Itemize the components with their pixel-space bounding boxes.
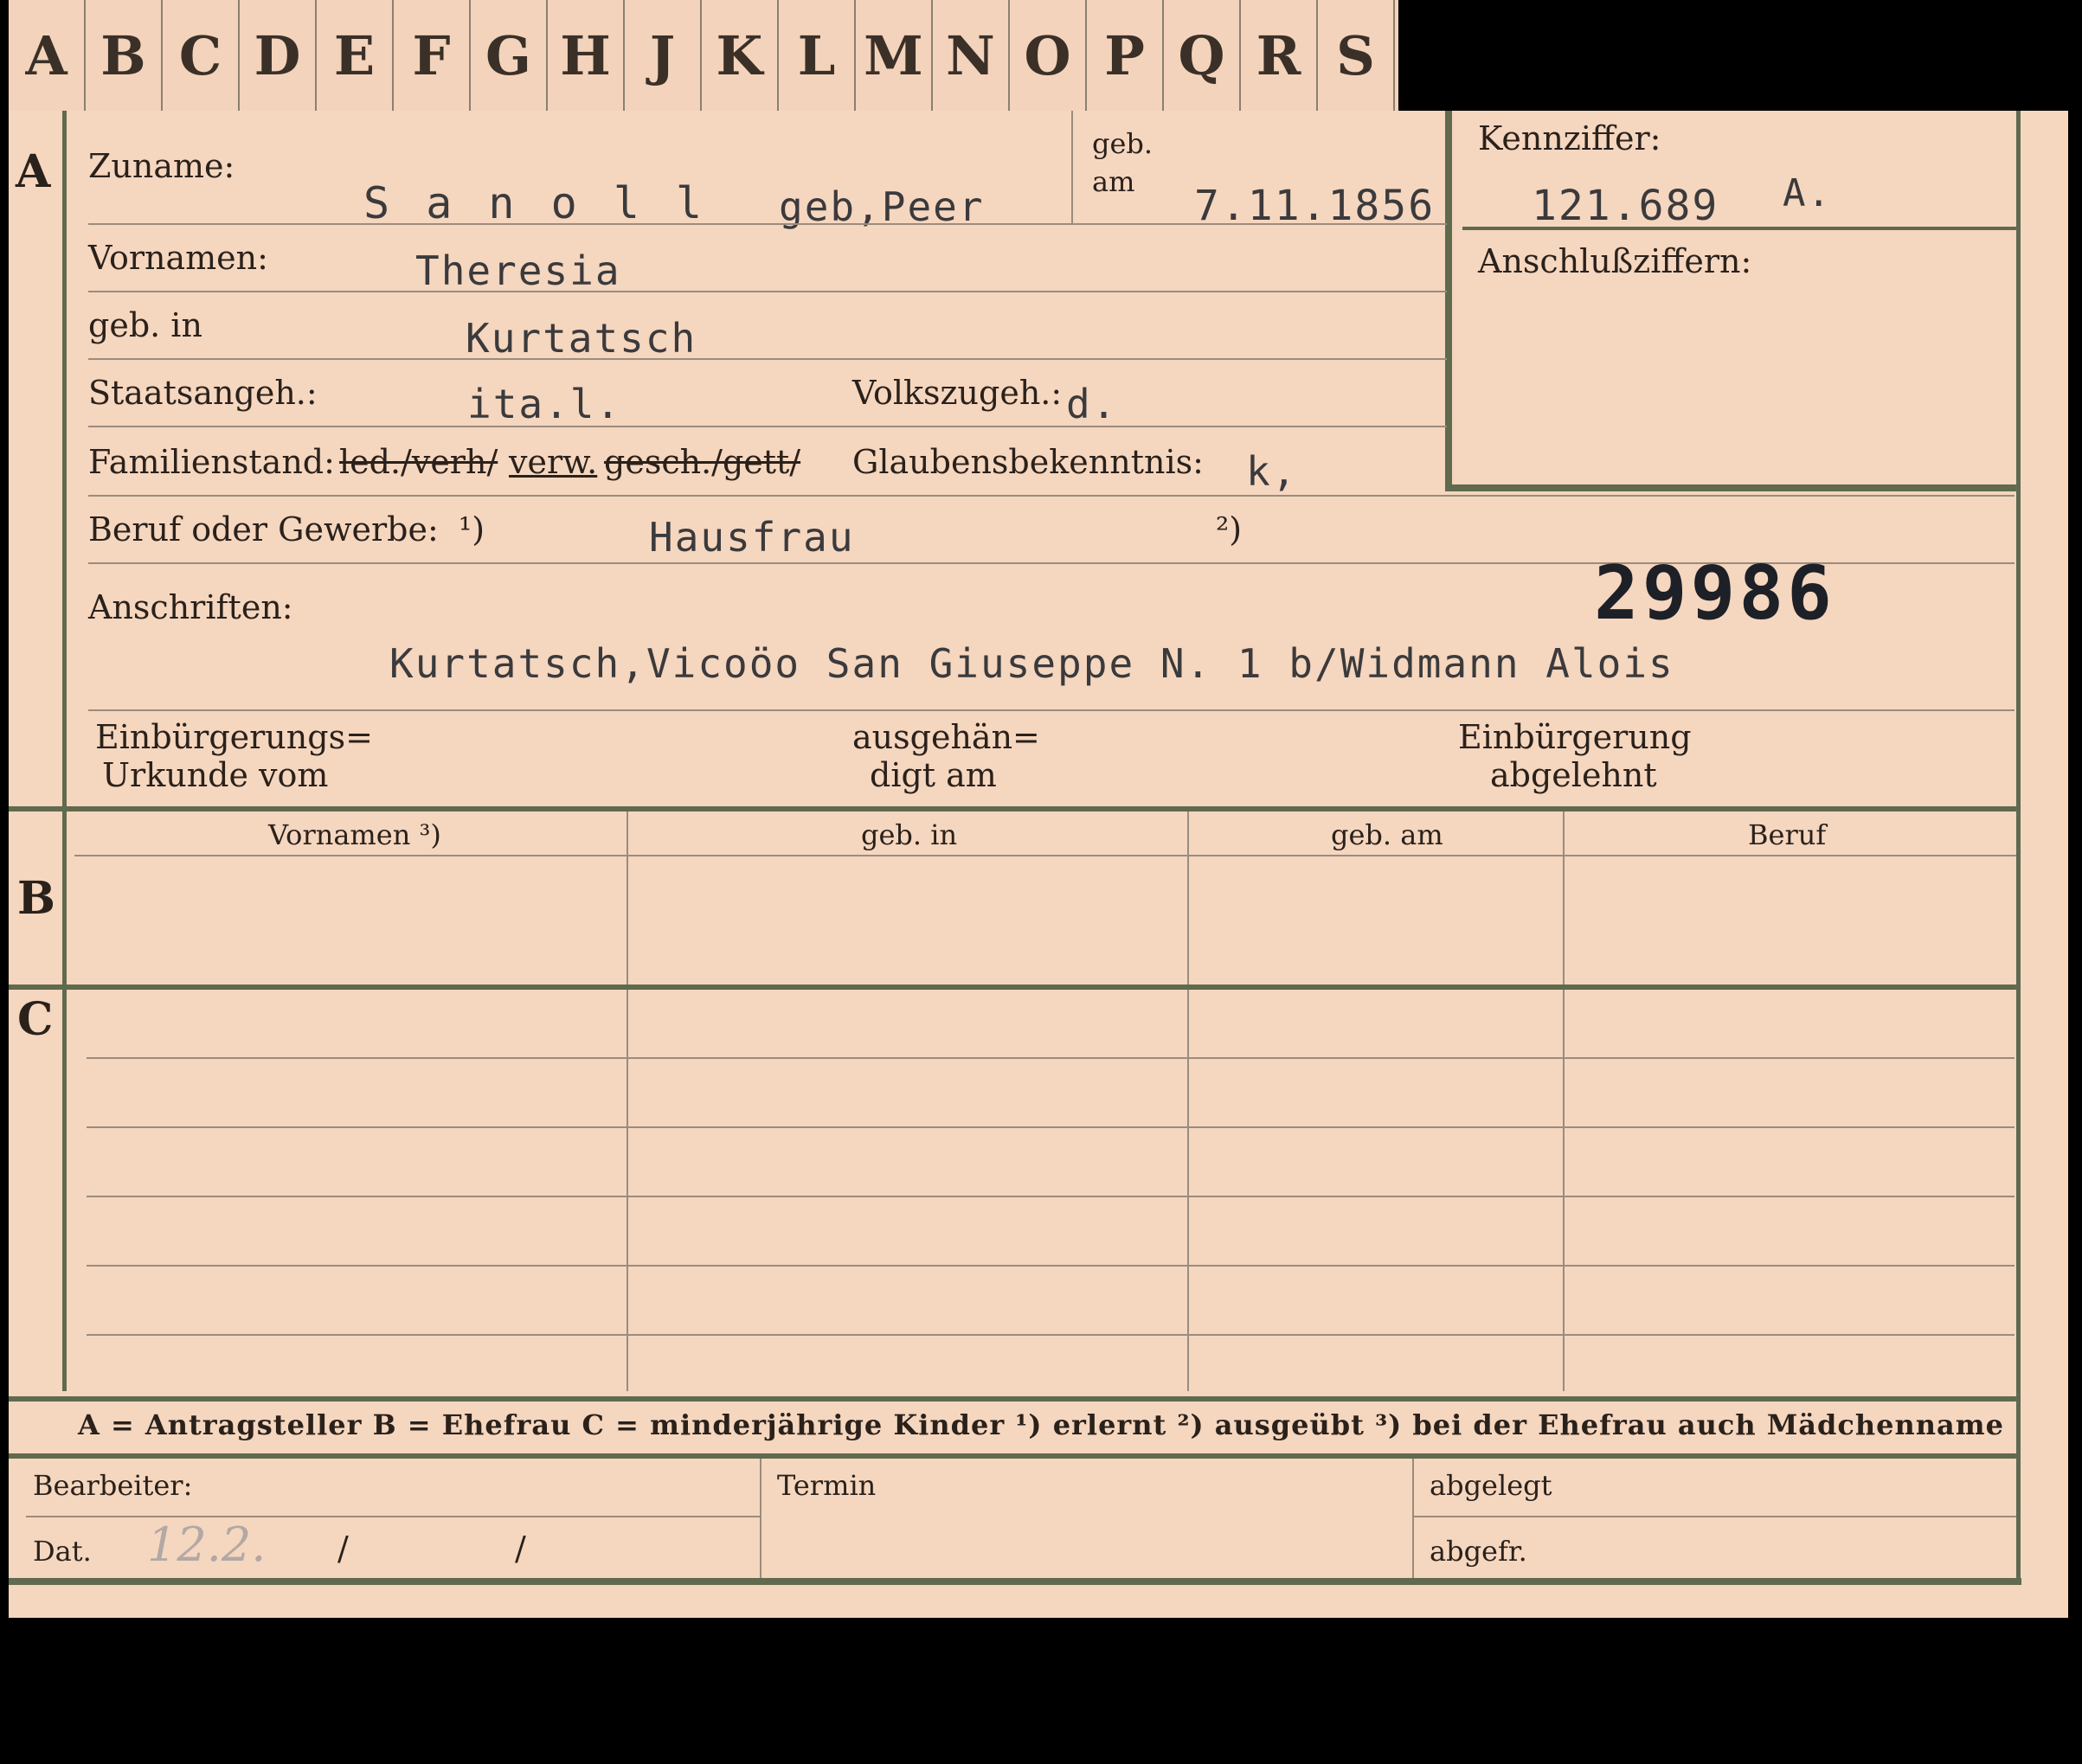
alphabet-tab-f: F — [394, 0, 471, 111]
filed-label: abgelegt — [1430, 1469, 1552, 1502]
surname-value: S a n o l l — [363, 178, 708, 228]
given-names-label: Vornamen: — [88, 239, 268, 277]
section-label-c: C — [17, 993, 54, 1046]
linked-codes-label: Anschlußziffern: — [1478, 242, 1752, 280]
section-label-b: B — [17, 872, 55, 925]
ethnicity-value: d. — [1066, 381, 1118, 427]
alphabet-tab-c: C — [163, 0, 240, 111]
handed-over-label-1: ausgehän= — [852, 718, 1040, 756]
birthplace-value: Kurtatsch — [466, 315, 697, 362]
date-label: Dat. — [33, 1535, 92, 1568]
alphabet-tab-h: H — [548, 0, 625, 111]
birthplace-label: geb. in — [88, 306, 202, 344]
alphabet-tab-j: J — [625, 0, 702, 111]
date-value: 12.2. — [147, 1517, 267, 1572]
alphabet-tab-s: S — [1318, 0, 1395, 111]
surname-label: Zuname: — [88, 147, 235, 185]
spouse-header-occupation: Beruf — [1748, 818, 1827, 851]
religion-label: Glaubensbekenntnis: — [852, 443, 1204, 481]
occupation-label: Beruf oder Gewerbe: — [88, 510, 439, 548]
marital-struck-options-1: led./verh/ — [339, 443, 498, 481]
religion-value: k, — [1246, 448, 1298, 495]
occupation-value: Hausfrau — [649, 514, 855, 561]
registration-card: A B C Kennziffer: 121.689 A. Anschlußzif… — [9, 111, 2068, 1618]
address-label: Anschriften: — [88, 588, 293, 626]
marital-status-value: verw. — [509, 443, 598, 481]
id-box — [1445, 111, 2016, 491]
alphabet-tab-strip: ABCDEFGHJKLMNOPQRS — [9, 0, 1398, 112]
date-separator-2: / — [515, 1530, 526, 1568]
naturalization-refused-label-2: abgelehnt — [1490, 756, 1657, 794]
marital-status-label: Familienstand: — [88, 443, 335, 481]
marital-struck-options-2: gesch./gett/ — [604, 443, 801, 481]
citizenship-value: ita.l. — [467, 381, 622, 427]
alphabet-tab-p: P — [1087, 0, 1164, 111]
given-names-value: Theresia — [415, 247, 621, 294]
alphabet-tab-r: R — [1241, 0, 1318, 111]
ethnicity-label: Volkszugeh.: — [852, 374, 1063, 412]
deadline-label: Termin — [777, 1469, 877, 1502]
file-number-stamp: 29986 — [1594, 550, 1835, 637]
address-value: Kurtatsch,Vicoöo San Giuseppe N. 1 b/Wid… — [389, 640, 1674, 687]
alphabet-tab-k: K — [702, 0, 779, 111]
alphabet-tab-e: E — [317, 0, 394, 111]
spouse-header-given-names: Vornamen ³) — [268, 818, 441, 851]
clerk-label: Bearbeiter: — [33, 1469, 193, 1502]
alphabet-tab-m: M — [856, 0, 933, 111]
code-value: 121.689 — [1532, 182, 1719, 230]
naturalization-refused-label-1: Einbürgerung — [1458, 718, 1692, 756]
occupation-footnote-2: ²) — [1216, 510, 1243, 548]
alphabet-tab-q: Q — [1164, 0, 1241, 111]
spouse-header-birthdate: geb. am — [1331, 818, 1443, 851]
card-border — [2016, 111, 2021, 1581]
section-label-a: A — [16, 145, 51, 198]
date-separator-1: / — [337, 1530, 349, 1568]
alphabet-tab-d: D — [240, 0, 317, 111]
citizenship-label: Staatsangeh.: — [88, 374, 318, 412]
alphabet-tab-l: L — [779, 0, 856, 111]
naturalization-cert-label-1: Einbürgerungs= — [95, 718, 373, 756]
section-divider — [62, 111, 67, 1391]
alphabet-tab-b: B — [86, 0, 163, 111]
retrieved-label: abgefr. — [1430, 1535, 1527, 1568]
legend-line: A = Antragsteller B = Ehefrau C = minder… — [78, 1408, 2004, 1441]
alphabet-tab-g: G — [471, 0, 548, 111]
handed-over-label-2: digt am — [870, 756, 997, 794]
naturalization-cert-label-2: Urkunde vom — [102, 756, 329, 794]
code-label: Kennziffer: — [1478, 119, 1661, 157]
alphabet-tab-a: A — [9, 0, 86, 111]
alphabet-tab-o: O — [1010, 0, 1087, 111]
spouse-header-birthplace: geb. in — [861, 818, 958, 851]
occupation-footnote-1: ¹) — [459, 510, 485, 548]
code-suffix: A. — [1783, 171, 1832, 215]
born-on-label: geb. am — [1092, 127, 1153, 198]
alphabet-tab-n: N — [933, 0, 1010, 111]
